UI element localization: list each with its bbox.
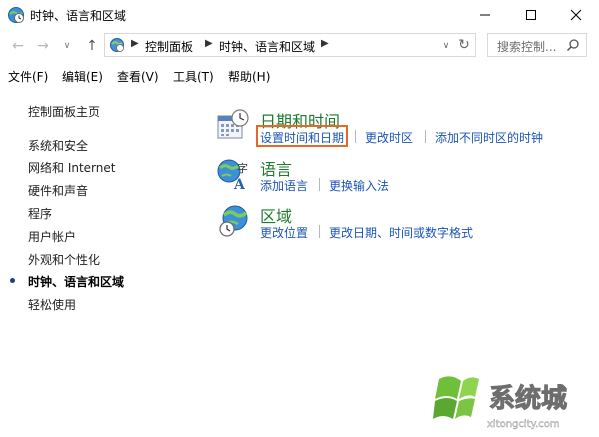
menu-view[interactable]: 查看(V) — [117, 68, 159, 85]
clock-globe-app-icon — [8, 7, 24, 23]
menu-edit[interactable]: 编辑(E) — [62, 68, 103, 85]
sidebar-item-ease-of-access[interactable]: 轻松使用 — [28, 296, 76, 313]
menu-file[interactable]: 文件(F) — [8, 68, 48, 85]
sidebar-item-hardware-sound[interactable]: 硬件和声音 — [28, 182, 88, 199]
svg-text:A: A — [233, 177, 246, 191]
recent-locations-button[interactable]: ∨ — [61, 37, 73, 55]
region-globe-clock-icon[interactable] — [218, 204, 252, 238]
link-change-timezone[interactable]: 更改时区 — [365, 129, 413, 146]
language-globe-icon[interactable]: A 字 — [216, 157, 250, 191]
breadcrumb-clock-language-region[interactable]: 时钟、语言和区域 — [219, 38, 315, 55]
menu-bar: 文件(F) 编辑(E) 查看(V) 工具(T) 帮助(H) — [0, 67, 599, 87]
arrow-right-icon: → — [37, 38, 49, 54]
link-change-location[interactable]: 更改位置 — [260, 224, 308, 241]
arrow-left-icon: ← — [12, 38, 24, 54]
link-separator — [319, 178, 320, 191]
breadcrumb-control-panel[interactable]: 控制面板 — [145, 38, 193, 55]
arrow-up-icon: ↑ — [86, 38, 98, 54]
highlight-frame — [256, 125, 348, 147]
chevron-down-icon: ∨ — [442, 41, 450, 51]
link-separator — [319, 225, 320, 238]
xitongcity-watermark-logo: 系统城 xitongcity.com — [433, 376, 568, 430]
sidebar-item-network-internet[interactable]: 网络和 Internet — [28, 159, 115, 176]
current-item-bullet-icon — [10, 278, 15, 283]
sidebar-home-link[interactable]: 控制面板主页 — [28, 103, 100, 120]
search-input[interactable]: 搜索控制... — [487, 33, 587, 57]
chevron-down-icon: ∨ — [63, 41, 71, 51]
up-button[interactable]: ↑ — [83, 37, 101, 55]
link-add-language[interactable]: 添加语言 — [260, 177, 308, 194]
calendar-clock-icon[interactable] — [216, 108, 250, 142]
address-bar[interactable]: ▶ 控制面板 ▶ 时钟、语言和区域 ▶ ∨ ↻ — [104, 33, 476, 57]
address-dropdown-button[interactable]: ∨ — [439, 38, 453, 54]
refresh-button[interactable]: ↻ — [455, 36, 473, 54]
close-icon — [570, 9, 582, 21]
svg-text:字: 字 — [237, 161, 248, 175]
sidebar-item-programs[interactable]: 程序 — [28, 205, 52, 222]
search-icon[interactable] — [566, 38, 580, 52]
minimize-button[interactable] — [462, 0, 508, 30]
window-title: 时钟、语言和区域 — [30, 9, 127, 23]
sidebar-item-system-security[interactable]: 系统和安全 — [28, 137, 88, 154]
menu-tools[interactable]: 工具(T) — [173, 68, 214, 85]
link-change-input-method[interactable]: 更换输入法 — [329, 177, 389, 194]
control-panel-icon — [110, 38, 124, 52]
link-add-clocks[interactable]: 添加不同时区的时钟 — [435, 129, 543, 146]
minimize-icon — [480, 14, 490, 16]
sidebar-item-user-accounts[interactable]: 用户帐户 — [28, 228, 76, 245]
link-separator — [355, 130, 356, 143]
navigation-bar: ← → ∨ ↑ ▶ 控制面板 ▶ 时钟、语言和区域 ▶ ∨ ↻ 搜索控制... — [0, 33, 599, 59]
title-bar: 时钟、语言和区域 — [0, 0, 599, 30]
breadcrumb-separator-icon[interactable]: ▶ — [321, 38, 329, 49]
link-change-formats[interactable]: 更改日期、时间或数字格式 — [329, 224, 473, 241]
menu-help[interactable]: 帮助(H) — [228, 68, 270, 85]
back-button[interactable]: ← — [9, 37, 27, 55]
refresh-icon: ↻ — [458, 37, 470, 53]
close-button[interactable] — [553, 0, 599, 30]
watermark-brand: 系统城 — [489, 383, 567, 414]
breadcrumb-separator-icon[interactable]: ▶ — [131, 38, 139, 49]
watermark-domain: xitongcity.com — [487, 419, 560, 430]
search-placeholder: 搜索控制... — [497, 40, 557, 54]
maximize-button[interactable] — [508, 0, 554, 30]
link-separator — [425, 130, 426, 143]
breadcrumb-separator-icon[interactable]: ▶ — [205, 38, 213, 49]
forward-button[interactable]: → — [34, 37, 52, 55]
sidebar-item-clock-language-region[interactable]: 时钟、语言和区域 — [28, 273, 124, 290]
maximize-icon — [526, 10, 536, 20]
sidebar-item-appearance[interactable]: 外观和个性化 — [28, 251, 100, 268]
